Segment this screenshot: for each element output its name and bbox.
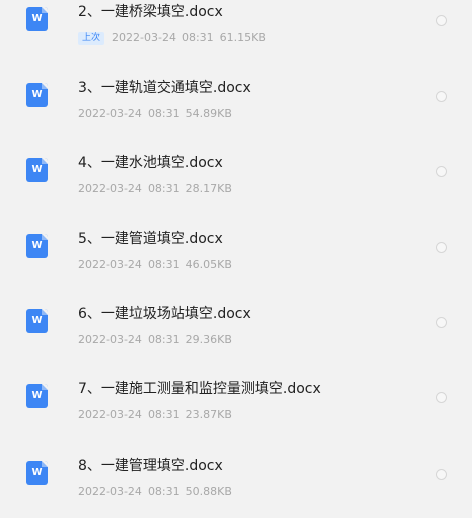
file-size: 46.05KB: [185, 258, 232, 271]
file-meta: 2022-03-24 08:31 50.88KB: [78, 485, 238, 499]
word-doc-icon: W: [26, 461, 48, 485]
file-date: 2022-03-24: [112, 31, 176, 44]
file-time: 08:31: [147, 107, 180, 120]
select-radio[interactable]: [436, 469, 447, 480]
file-time: 08:31: [147, 258, 180, 271]
word-doc-icon: W: [26, 158, 48, 182]
select-radio[interactable]: [436, 166, 447, 177]
file-size: 54.89KB: [185, 107, 232, 120]
word-doc-icon: W: [26, 234, 48, 258]
file-name: 6、一建垃圾场站填空.docx: [78, 306, 251, 322]
file-meta: 2022-03-24 08:31 29.36KB: [78, 333, 238, 347]
word-doc-icon: W: [26, 384, 48, 408]
file-name: 7、一建施工测量和监控量测填空.docx: [78, 381, 321, 397]
file-name: 4、一建水池填空.docx: [78, 155, 223, 171]
file-time: 08:31: [181, 31, 214, 44]
file-name: 3、一建轨道交通填空.docx: [78, 80, 251, 96]
file-row[interactable]: W 8、一建管理填空.docx 2022-03-24 08:31 50.88KB: [0, 457, 472, 517]
file-meta: 2022-03-24 08:31 23.87KB: [78, 408, 238, 422]
file-list: W 2、一建桥梁填空.docx 上次 2022-03-24 08:31 61.15KB…: [0, 0, 472, 518]
file-date: 2022-03-24: [78, 333, 142, 346]
file-size: 28.17KB: [185, 182, 232, 195]
file-meta: 2022-03-24 08:31 28.17KB: [78, 182, 238, 196]
file-row[interactable]: W 2、一建桥梁填空.docx 上次 2022-03-24 08:31 61.15KB: [0, 3, 472, 63]
file-time: 08:31: [147, 408, 180, 421]
file-name: 2、一建桥梁填空.docx: [78, 4, 223, 20]
file-time: 08:31: [147, 333, 180, 346]
select-radio[interactable]: [436, 15, 447, 26]
file-row[interactable]: W 4、一建水池填空.docx 2022-03-24 08:31 28.17KB: [0, 154, 472, 214]
select-radio[interactable]: [436, 392, 447, 403]
file-date: 2022-03-24: [78, 258, 142, 271]
file-size: 23.87KB: [185, 408, 232, 421]
word-doc-icon: W: [26, 7, 48, 31]
file-meta: 2022-03-24 08:31 46.05KB: [78, 258, 238, 272]
file-meta: 2022-03-24 08:31 54.89KB: [78, 107, 238, 121]
file-date: 2022-03-24: [78, 485, 142, 498]
file-size: 61.15KB: [219, 31, 266, 44]
file-name: 5、一建管道填空.docx: [78, 231, 223, 247]
file-time: 08:31: [147, 182, 180, 195]
file-date: 2022-03-24: [78, 408, 142, 421]
select-radio[interactable]: [436, 242, 447, 253]
select-radio[interactable]: [436, 317, 447, 328]
word-doc-icon: W: [26, 83, 48, 107]
file-date: 2022-03-24: [78, 182, 142, 195]
file-time: 08:31: [147, 485, 180, 498]
file-row[interactable]: W 6、一建垃圾场站填空.docx 2022-03-24 08:31 29.36KB: [0, 305, 472, 365]
file-row[interactable]: W 3、一建轨道交通填空.docx 2022-03-24 08:31 54.89KB: [0, 79, 472, 139]
select-radio[interactable]: [436, 91, 447, 102]
file-size: 29.36KB: [185, 333, 232, 346]
last-opened-badge: 上次: [78, 32, 105, 45]
file-name: 8、一建管理填空.docx: [78, 458, 223, 474]
file-size: 50.88KB: [185, 485, 232, 498]
file-row[interactable]: W 7、一建施工测量和监控量测填空.docx 2022-03-24 08:31 23…: [0, 380, 472, 440]
word-doc-icon: W: [26, 309, 48, 333]
file-meta: 上次 2022-03-24 08:31 61.15KB: [78, 31, 272, 45]
file-row[interactable]: W 5、一建管道填空.docx 2022-03-24 08:31 46.05KB: [0, 230, 472, 290]
file-date: 2022-03-24: [78, 107, 142, 120]
